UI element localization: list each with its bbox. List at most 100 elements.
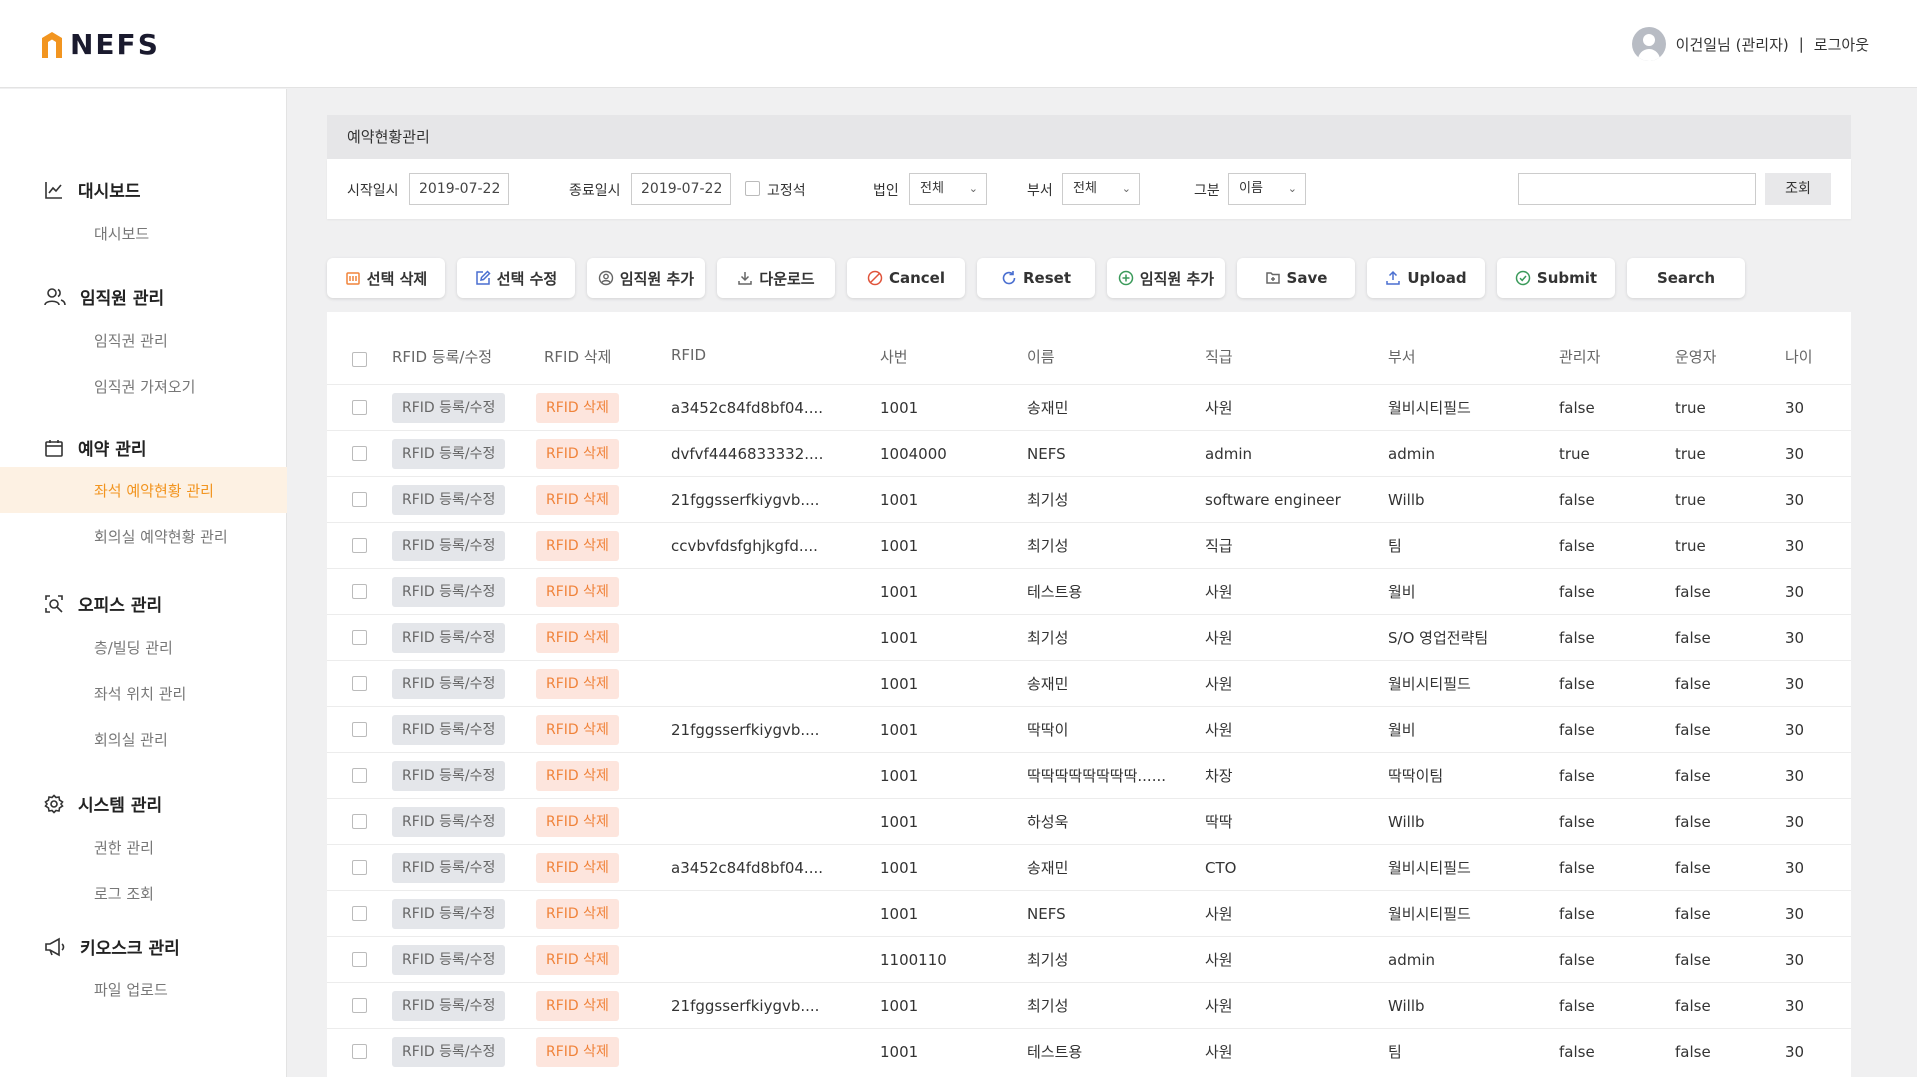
sidebar-group-office[interactable]: 오피스 관리 (44, 591, 162, 616)
table-row[interactable]: RFID 등록/수정 RFID 삭제 ccvbvfdsfghjkgfd.... 100… (327, 522, 1851, 568)
rfid-edit-button[interactable]: RFID 등록/수정 (392, 485, 506, 515)
row-checkbox[interactable] (352, 998, 367, 1013)
dept-select[interactable]: 전체 ⌄ (1062, 173, 1140, 205)
row-checkbox[interactable] (352, 492, 367, 507)
sidebar-group-kiosk[interactable]: 키오스크 관리 (44, 934, 180, 959)
download-button[interactable]: 다운로드 (717, 258, 835, 298)
rfid-delete-button[interactable]: RFID 삭제 (536, 807, 619, 837)
reset-button[interactable]: Reset (977, 258, 1095, 298)
table-row[interactable]: RFID 등록/수정 RFID 삭제 1100110 최기성 사원 admin false f… (327, 936, 1851, 982)
table-row[interactable]: RFID 등록/수정 RFID 삭제 1001 테스트용 사원 월비 false false 3… (327, 568, 1851, 614)
sidebar-group-dashboard[interactable]: 대시보드 (44, 177, 141, 202)
rfid-delete-button[interactable]: RFID 삭제 (536, 899, 619, 929)
sidebar-item-log-view[interactable]: 로그 조회 (0, 870, 287, 916)
end-date-input[interactable]: 2019-07-22 (631, 173, 731, 205)
row-checkbox[interactable] (352, 630, 367, 645)
table-row[interactable]: RFID 등록/수정 RFID 삭제 dvfvf4446833332.... 1004… (327, 430, 1851, 476)
sidebar-item-floor-building[interactable]: 층/빌딩 관리 (0, 624, 287, 670)
col-position[interactable]: 직급 (1205, 346, 1233, 367)
sidebar-item-file-upload[interactable]: 파일 업로드 (0, 966, 287, 1012)
rfid-edit-button[interactable]: RFID 등록/수정 (392, 853, 506, 883)
col-rfid-delete[interactable]: RFID 삭제 (544, 346, 611, 367)
row-checkbox[interactable] (352, 860, 367, 875)
table-row[interactable]: RFID 등록/수정 RFID 삭제 a3452c84fd8bf04.... 1001… (327, 844, 1851, 890)
rfid-delete-button[interactable]: RFID 삭제 (536, 531, 619, 561)
corp-select[interactable]: 전체 ⌄ (909, 173, 987, 205)
rfid-edit-button[interactable]: RFID 등록/수정 (392, 945, 506, 975)
rfid-edit-button[interactable]: RFID 등록/수정 (392, 715, 506, 745)
rfid-delete-button[interactable]: RFID 삭제 (536, 393, 619, 423)
rfid-delete-button[interactable]: RFID 삭제 (536, 945, 619, 975)
col-age[interactable]: 나이 (1785, 346, 1813, 367)
table-row[interactable]: RFID 등록/수정 RFID 삭제 1001 하성욱 딱딱 Willb false fals… (327, 798, 1851, 844)
row-checkbox[interactable] (352, 446, 367, 461)
table-row[interactable]: RFID 등록/수정 RFID 삭제 1001 테스트용 사원 팀 false false 30 (327, 1028, 1851, 1074)
logo[interactable]: NEFS (40, 28, 160, 61)
table-row[interactable]: RFID 등록/수정 RFID 삭제 21fggsserfkiygvb.... 100… (327, 982, 1851, 1028)
sidebar-item-seat-reservations[interactable]: 좌석 예약현황 관리 (0, 467, 287, 513)
sidebar-group-employees[interactable]: 임직원 관리 (44, 284, 164, 309)
col-admin[interactable]: 관리자 (1559, 346, 1600, 367)
rfid-edit-button[interactable]: RFID 등록/수정 (392, 393, 506, 423)
table-row[interactable]: RFID 등록/수정 RFID 삭제 21fggsserfkiygvb.... 100… (327, 706, 1851, 752)
rfid-edit-button[interactable]: RFID 등록/수정 (392, 761, 506, 791)
sidebar-item-employee-manage[interactable]: 임직권 관리 (0, 317, 287, 363)
table-row[interactable]: RFID 등록/수정 RFID 삭제 1001 최기성 사원 S/O 영업전략팀 false… (327, 614, 1851, 660)
rfid-delete-button[interactable]: RFID 삭제 (536, 715, 619, 745)
table-row[interactable]: RFID 등록/수정 RFID 삭제 1001 NEFS 사원 월비시티필드 false fa… (327, 890, 1851, 936)
row-checkbox[interactable] (352, 952, 367, 967)
row-checkbox[interactable] (352, 1044, 367, 1059)
row-checkbox[interactable] (352, 814, 367, 829)
rfid-edit-button[interactable]: RFID 등록/수정 (392, 991, 506, 1021)
row-checkbox[interactable] (352, 906, 367, 921)
table-row[interactable]: RFID 등록/수정 RFID 삭제 1001 딱딱딱딱딱딱딱딱...... 차장 딱딱이… (327, 752, 1851, 798)
row-checkbox[interactable] (352, 400, 367, 415)
logout-link[interactable]: 로그아웃 (1814, 34, 1869, 55)
rfid-edit-button[interactable]: RFID 등록/수정 (392, 669, 506, 699)
rfid-delete-button[interactable]: RFID 삭제 (536, 669, 619, 699)
sidebar-item-permissions[interactable]: 권한 관리 (0, 824, 287, 870)
submit-button[interactable]: Submit (1497, 258, 1615, 298)
rfid-delete-button[interactable]: RFID 삭제 (536, 485, 619, 515)
sidebar-group-reservations[interactable]: 예약 관리 (44, 435, 146, 460)
table-row[interactable]: RFID 등록/수정 RFID 삭제 a3452c84fd8bf04.... 1001… (327, 384, 1851, 430)
sidebar-item-meeting-reservations[interactable]: 회의실 예약현황 관리 (0, 513, 287, 559)
table-row[interactable]: RFID 등록/수정 RFID 삭제 1001 송재민 사원 월비시티필드 false fal… (327, 660, 1851, 706)
cancel-button[interactable]: Cancel (847, 258, 965, 298)
rfid-edit-button[interactable]: RFID 등록/수정 (392, 807, 506, 837)
rfid-edit-button[interactable]: RFID 등록/수정 (392, 899, 506, 929)
row-checkbox[interactable] (352, 676, 367, 691)
rfid-delete-button[interactable]: RFID 삭제 (536, 623, 619, 653)
search-input[interactable] (1518, 173, 1756, 205)
table-row[interactable]: RFID 등록/수정 RFID 삭제 21fggsserfkiygvb.... 100… (327, 476, 1851, 522)
upload-button[interactable]: Upload (1367, 258, 1485, 298)
rfid-delete-button[interactable]: RFID 삭제 (536, 853, 619, 883)
col-rfid-edit[interactable]: RFID 등록/수정 (392, 346, 492, 367)
add-employee-button[interactable]: 임직원 추가 (587, 258, 705, 298)
rfid-delete-button[interactable]: RFID 삭제 (536, 991, 619, 1021)
sidebar-item-seat-position[interactable]: 좌석 위치 관리 (0, 670, 287, 716)
row-checkbox[interactable] (352, 722, 367, 737)
rfid-edit-button[interactable]: RFID 등록/수정 (392, 623, 506, 653)
query-button[interactable]: 조회 (1765, 173, 1831, 205)
add-employee-button-2[interactable]: 임직원 추가 (1107, 258, 1225, 298)
rfid-edit-button[interactable]: RFID 등록/수정 (392, 1037, 506, 1067)
edit-selected-button[interactable]: 선택 수정 (457, 258, 575, 298)
col-operator[interactable]: 운영자 (1675, 346, 1716, 367)
col-name[interactable]: 이름 (1027, 346, 1055, 367)
sidebar-item-meeting-room[interactable]: 회의실 관리 (0, 716, 287, 762)
select-all-checkbox[interactable] (352, 352, 367, 367)
rfid-edit-button[interactable]: RFID 등록/수정 (392, 439, 506, 469)
rfid-delete-button[interactable]: RFID 삭제 (536, 439, 619, 469)
row-checkbox[interactable] (352, 768, 367, 783)
avatar[interactable] (1631, 27, 1666, 61)
sidebar-item-dashboard[interactable]: 대시보드 (0, 210, 287, 256)
rfid-edit-button[interactable]: RFID 등록/수정 (392, 577, 506, 607)
col-employee-no[interactable]: 사번 (880, 346, 908, 367)
start-date-input[interactable]: 2019-07-22 (409, 173, 509, 205)
col-department[interactable]: 부서 (1388, 346, 1416, 367)
delete-selected-button[interactable]: 선택 삭제 (327, 258, 445, 298)
sidebar-group-system[interactable]: 시스템 관리 (44, 791, 162, 816)
rfid-delete-button[interactable]: RFID 삭제 (536, 761, 619, 791)
rfid-delete-button[interactable]: RFID 삭제 (536, 577, 619, 607)
